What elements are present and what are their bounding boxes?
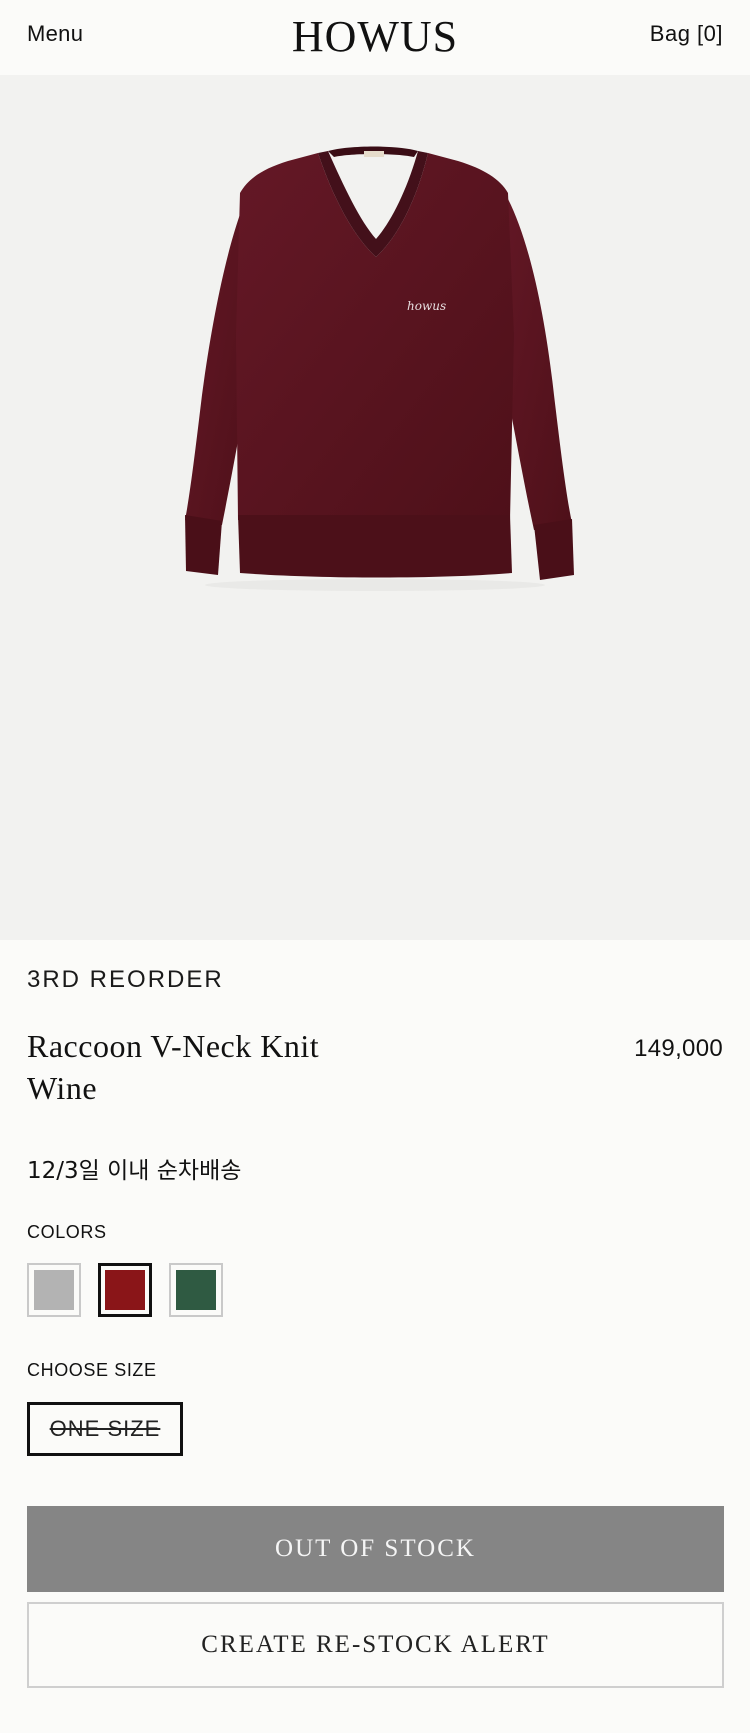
embroidery-text: howus xyxy=(407,299,446,313)
shipping-note: 12/3일 이내 순차배송 xyxy=(27,1158,242,1184)
left-cuff xyxy=(185,515,222,575)
color-swatch-wine[interactable] xyxy=(98,1263,152,1317)
sweater-hem xyxy=(238,515,512,578)
sweater-image: howus xyxy=(185,146,574,591)
product-eyebrow: 3RD REORDER xyxy=(27,966,224,993)
brand-logo[interactable]: HOWUS xyxy=(0,11,750,62)
restock-alert-button[interactable]: CREATE RE-STOCK ALERT xyxy=(27,1602,724,1688)
sweater-body xyxy=(236,153,514,520)
bag-button[interactable]: Bag [0] xyxy=(650,21,723,47)
top-nav: Menu HOWUS Bag [0] xyxy=(0,0,750,75)
product-name: Raccoon V-Neck Knit xyxy=(27,1028,320,1064)
size-option-one-size[interactable]: ONE SIZE xyxy=(27,1402,183,1456)
product-image[interactable]: howus xyxy=(0,75,750,940)
out-of-stock-button[interactable]: OUT OF STOCK xyxy=(27,1506,724,1592)
color-swatch-gray[interactable] xyxy=(27,1263,81,1317)
product-price: 149,000 xyxy=(634,1035,723,1062)
brand-label xyxy=(364,151,384,157)
swatch-chip xyxy=(34,1270,74,1310)
right-cuff xyxy=(534,519,574,580)
color-swatch-green[interactable] xyxy=(169,1263,223,1317)
size-label: CHOOSE SIZE xyxy=(27,1360,157,1380)
swatch-chip xyxy=(176,1270,216,1310)
swatch-chip xyxy=(105,1270,145,1310)
product-title: Raccoon V-Neck Knit Wine xyxy=(27,1025,407,1109)
colors-label: COLORS xyxy=(27,1222,107,1242)
product-color-name: Wine xyxy=(27,1070,98,1106)
